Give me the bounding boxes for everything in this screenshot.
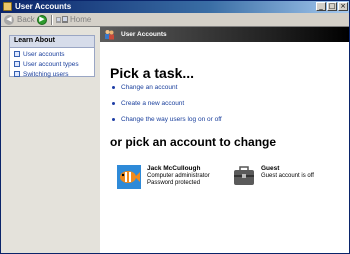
learn-about-heading: Learn About: [10, 36, 94, 48]
pick-task-heading: Pick a task...: [110, 65, 195, 81]
account-jack-mccullough[interactable]: Jack McCullough Computer administrator P…: [117, 165, 210, 189]
forward-arrow-icon: ▶: [37, 14, 47, 25]
back-label: Back: [17, 15, 35, 24]
help-topic-icon: [14, 51, 20, 57]
learn-about-panel: Learn About User accounts User account t…: [9, 35, 95, 78]
toolbar-separator: [51, 15, 53, 25]
bullet-icon: [112, 118, 115, 121]
window-title: User Accounts: [15, 2, 72, 11]
forward-button[interactable]: ▶: [37, 14, 47, 25]
left-sidebar: Learn About User accounts User account t…: [1, 27, 100, 253]
learn-link-label: Switching users: [23, 70, 69, 78]
home-icon: [56, 15, 68, 23]
learn-link-switching-users[interactable]: Switching users: [10, 70, 94, 78]
learn-link-label: User account types: [23, 60, 79, 68]
learn-link-user-account-types[interactable]: User account types: [10, 60, 94, 68]
account-type: Computer administrator: [147, 173, 210, 179]
task-label: Change the way users log on or off: [121, 116, 222, 123]
home-label: Home: [70, 15, 92, 24]
account-guest[interactable]: Guest Guest account is off: [233, 165, 314, 187]
users-icon: [105, 30, 114, 40]
bullet-icon: [112, 86, 115, 89]
help-topic-icon: [14, 71, 20, 77]
account-status: Guest account is off: [261, 173, 314, 179]
task-change-account[interactable]: Change an account: [112, 84, 177, 91]
header-banner: User Accounts: [100, 27, 349, 42]
help-topic-icon: [14, 61, 20, 67]
maximize-button[interactable]: □: [327, 2, 337, 11]
learn-link-label: User accounts: [23, 50, 65, 58]
toolbar: ◀ Back ▶ Home: [1, 13, 349, 27]
account-name: Guest: [261, 165, 280, 172]
back-arrow-icon: ◀: [4, 14, 14, 25]
account-name: Jack McCullough: [147, 165, 201, 172]
banner-title: User Accounts: [121, 31, 167, 38]
learn-link-user-accounts[interactable]: User accounts: [10, 50, 94, 58]
pick-account-heading: or pick an account to change: [110, 135, 277, 149]
task-label: Create a new account: [121, 100, 185, 107]
main-content: User Accounts Pick a task... Change an a…: [100, 27, 349, 253]
fish-icon: [117, 165, 141, 189]
back-button[interactable]: ◀ Back: [4, 14, 35, 25]
close-button[interactable]: ×: [338, 2, 348, 11]
task-create-account[interactable]: Create a new account: [112, 100, 184, 107]
home-button[interactable]: Home: [56, 14, 91, 25]
user-accounts-window: User Accounts _ □ × ◀ Back ▶ Home Learn …: [0, 0, 350, 254]
task-change-logon[interactable]: Change the way users log on or off: [112, 116, 222, 123]
user-accounts-app-icon: [3, 2, 12, 11]
bullet-icon: [112, 102, 115, 105]
task-label: Change an account: [121, 84, 178, 91]
suitcase-icon: [234, 166, 254, 185]
account-password-status: Password protected: [147, 180, 201, 186]
minimize-button[interactable]: _: [316, 2, 326, 11]
title-bar[interactable]: User Accounts _ □ ×: [1, 1, 349, 13]
